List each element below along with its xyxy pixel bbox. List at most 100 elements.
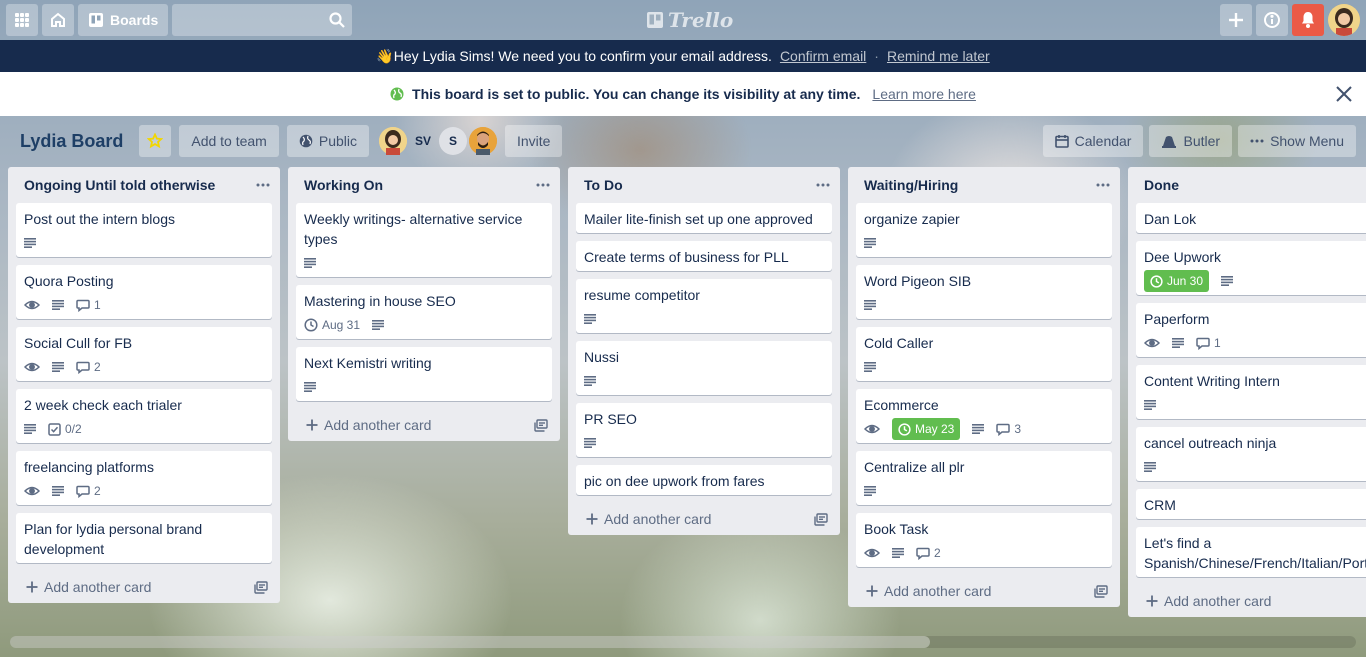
card[interactable]: Paperform 1 bbox=[1136, 303, 1366, 357]
comment-count: 3 bbox=[1014, 422, 1022, 436]
calendar-button[interactable]: Calendar bbox=[1042, 125, 1144, 157]
due-date-badge[interactable]: Aug 31 bbox=[304, 315, 360, 335]
card[interactable]: Mastering in house SEO Aug 31 bbox=[296, 285, 552, 339]
invite-button[interactable]: Invite bbox=[505, 125, 563, 157]
card[interactable]: Plan for lydia personal brand developmen… bbox=[16, 513, 272, 563]
card[interactable]: cancel outreach ninja bbox=[1136, 427, 1366, 481]
card-title: Paperform bbox=[1144, 311, 1210, 327]
add-card-label: Add another card bbox=[604, 511, 712, 527]
notifications-button[interactable] bbox=[1292, 4, 1324, 36]
invite-label: Invite bbox=[517, 133, 551, 149]
checklist-icon bbox=[48, 422, 61, 436]
list-title[interactable]: Done bbox=[1144, 177, 1179, 193]
list-title[interactable]: To Do bbox=[584, 177, 623, 193]
card-title: pic on dee upwork from fares bbox=[584, 473, 765, 489]
list-title[interactable]: Working On bbox=[304, 177, 383, 193]
comments-badge: 2 bbox=[76, 357, 101, 377]
home-button[interactable] bbox=[42, 4, 74, 36]
card[interactable]: PR SEO bbox=[576, 403, 832, 457]
list-menu-icon[interactable] bbox=[816, 183, 830, 187]
due-date-badge-complete[interactable]: Jun 30 bbox=[1144, 270, 1210, 292]
card[interactable]: Mailer lite-finish set up one approved bbox=[576, 203, 832, 233]
board-title[interactable]: Lydia Board bbox=[12, 131, 131, 152]
card-badges bbox=[1144, 457, 1362, 477]
card[interactable]: Content Writing Intern bbox=[1136, 365, 1366, 419]
card[interactable]: Centralize all plr bbox=[856, 451, 1112, 505]
card[interactable]: Social Cull for FB 2 bbox=[16, 327, 272, 381]
description-badge bbox=[52, 486, 64, 496]
card-template-icon[interactable] bbox=[1094, 584, 1108, 598]
card-template-icon[interactable] bbox=[254, 580, 268, 594]
member-avatar-lydia[interactable] bbox=[379, 127, 407, 155]
due-date-badge-complete[interactable]: May 23 bbox=[892, 418, 961, 440]
remind-later-link[interactable]: Remind me later bbox=[887, 48, 990, 64]
add-card-button[interactable]: Add another card bbox=[848, 575, 1120, 607]
card[interactable]: freelancing platforms 2 bbox=[16, 451, 272, 505]
list-menu-icon[interactable] bbox=[536, 183, 550, 187]
card[interactable]: 2 week check each trialer 0/2 bbox=[16, 389, 272, 443]
card-badges: May 23 3 bbox=[864, 418, 1104, 440]
learn-more-link[interactable]: Learn more here bbox=[872, 86, 976, 102]
show-menu-button[interactable]: Show Menu bbox=[1238, 125, 1356, 157]
horizontal-scrollbar[interactable] bbox=[10, 636, 1356, 648]
card[interactable]: Cold Caller bbox=[856, 327, 1112, 381]
card[interactable]: Next Kemistri writing bbox=[296, 347, 552, 401]
confirm-email-link[interactable]: Confirm email bbox=[780, 48, 866, 64]
horizontal-scrollbar-thumb[interactable] bbox=[10, 636, 930, 648]
trello-logo[interactable]: Trello bbox=[646, 8, 733, 32]
card[interactable]: Word Pigeon SIB bbox=[856, 265, 1112, 319]
info-button[interactable] bbox=[1256, 4, 1288, 36]
card-list: organize zapier Word Pigeon SIB Cold Calle… bbox=[848, 203, 1120, 575]
watching-badge bbox=[864, 423, 880, 435]
star-icon bbox=[147, 133, 164, 149]
card[interactable]: Post out the intern blogs bbox=[16, 203, 272, 257]
description-icon bbox=[24, 238, 36, 248]
apps-button[interactable] bbox=[6, 4, 38, 36]
member-sv[interactable]: SV bbox=[409, 127, 437, 155]
card[interactable]: CRM bbox=[1136, 489, 1366, 519]
card[interactable]: organize zapier bbox=[856, 203, 1112, 257]
card[interactable]: Book Task 2 bbox=[856, 513, 1112, 567]
card-template-icon[interactable] bbox=[814, 512, 828, 526]
search-input[interactable] bbox=[172, 4, 353, 36]
add-to-team-button[interactable]: Add to team bbox=[179, 125, 279, 157]
user-avatar[interactable] bbox=[1328, 4, 1360, 36]
card-title: Content Writing Intern bbox=[1144, 373, 1280, 389]
card[interactable]: pic on dee upwork from fares bbox=[576, 465, 832, 495]
comment-icon bbox=[76, 361, 90, 374]
card[interactable]: Dan Lok bbox=[1136, 203, 1366, 233]
description-icon bbox=[1144, 400, 1156, 410]
visibility-button[interactable]: Public bbox=[286, 125, 369, 157]
card-template-icon[interactable] bbox=[534, 418, 548, 432]
star-button[interactable] bbox=[139, 125, 172, 157]
list-title[interactable]: Ongoing Until told otherwise bbox=[24, 177, 215, 193]
member-avatar-man[interactable] bbox=[469, 127, 497, 155]
card[interactable]: Let's find a Spanish/Chinese/French/Ital… bbox=[1136, 527, 1366, 577]
due-date-text: May 23 bbox=[915, 422, 955, 436]
list-menu-icon[interactable] bbox=[1096, 183, 1110, 187]
description-badge bbox=[304, 382, 316, 392]
create-button[interactable] bbox=[1220, 4, 1252, 36]
card[interactable]: Nussi bbox=[576, 341, 832, 395]
due-date-text: Jun 30 bbox=[1167, 274, 1204, 288]
card-title: Dee Upwork bbox=[1144, 249, 1222, 265]
member-s[interactable]: S bbox=[439, 127, 467, 155]
list-title[interactable]: Waiting/Hiring bbox=[864, 177, 958, 193]
butler-button[interactable]: Butler bbox=[1149, 125, 1233, 157]
add-card-button[interactable]: Add another card bbox=[8, 571, 280, 603]
card[interactable]: Ecommerce May 23 3 bbox=[856, 389, 1112, 443]
add-card-button[interactable]: Add another card bbox=[288, 409, 560, 441]
card-badges: 2 bbox=[24, 481, 264, 501]
card[interactable]: Weekly writings- alternative service typ… bbox=[296, 203, 552, 277]
add-card-button[interactable]: Add another card bbox=[568, 503, 840, 535]
card[interactable]: Quora Posting 1 bbox=[16, 265, 272, 319]
visibility-label: Public bbox=[318, 133, 357, 149]
card[interactable]: resume competitor bbox=[576, 279, 832, 333]
close-icon[interactable] bbox=[1334, 84, 1354, 104]
card[interactable]: Create terms of business for PLL bbox=[576, 241, 832, 271]
card[interactable]: Dee Upwork Jun 30 bbox=[1136, 241, 1366, 295]
boards-button[interactable]: Boards bbox=[78, 4, 169, 36]
add-card-button[interactable]: Add another card bbox=[1128, 585, 1366, 617]
card-badges: Jun 30 bbox=[1144, 270, 1362, 292]
list-menu-icon[interactable] bbox=[256, 183, 270, 187]
